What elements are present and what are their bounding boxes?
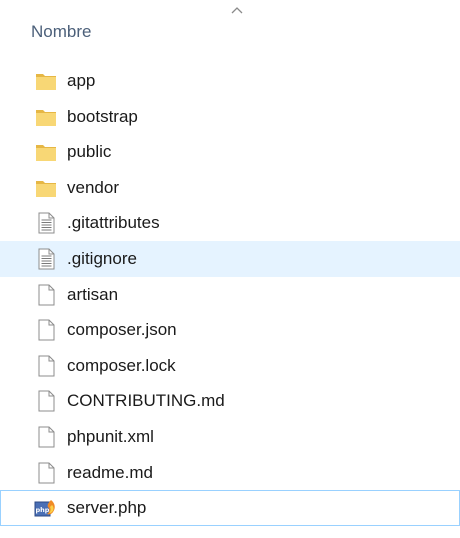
file-name: composer.lock — [67, 355, 176, 375]
file-name: vendor — [67, 177, 119, 197]
blank-file-icon — [34, 318, 58, 342]
file-explorer-pane: Nombre app bootstrap public vendor .gitattri… — [0, 0, 460, 538]
file-row[interactable]: php server.php — [0, 490, 460, 526]
php-file-icon: php — [34, 496, 58, 520]
file-row[interactable]: composer.lock — [0, 348, 460, 384]
file-name: server.php — [67, 498, 147, 518]
sort-ascending-icon — [231, 7, 243, 14]
file-row[interactable]: public — [0, 134, 460, 170]
file-list: app bootstrap public vendor .gitattributes .g… — [0, 63, 460, 526]
blank-file-icon — [34, 283, 58, 307]
file-name: .gitignore — [67, 248, 137, 268]
file-name: CONTRIBUTING.md — [67, 391, 225, 411]
file-name: readme.md — [67, 462, 153, 482]
text-file-icon — [34, 247, 58, 271]
file-name: bootstrap — [67, 106, 138, 126]
file-name: public — [67, 142, 112, 162]
file-row[interactable]: composer.json — [0, 312, 460, 348]
file-name: phpunit.xml — [67, 426, 154, 446]
folder-icon — [34, 105, 58, 129]
column-title-name[interactable]: Nombre — [31, 22, 91, 42]
file-row[interactable]: .gitignore — [0, 240, 460, 277]
blank-file-icon — [34, 354, 58, 378]
text-file-icon — [34, 211, 58, 235]
file-name: artisan — [67, 284, 119, 304]
file-name: composer.json — [67, 320, 177, 340]
folder-icon — [34, 176, 58, 200]
file-row[interactable]: .gitattributes — [0, 205, 460, 241]
file-name: app — [67, 71, 96, 90]
file-row[interactable]: vendor — [0, 170, 460, 206]
blank-file-icon — [34, 425, 58, 449]
svg-text:php: php — [36, 506, 50, 514]
file-row[interactable]: bootstrap — [0, 99, 460, 135]
folder-icon — [34, 69, 58, 93]
blank-file-icon — [34, 389, 58, 413]
file-row[interactable]: artisan — [0, 277, 460, 313]
column-header[interactable]: Nombre — [0, 0, 460, 48]
blank-file-icon — [34, 461, 58, 485]
file-row[interactable]: readme.md — [0, 455, 460, 491]
file-row[interactable]: phpunit.xml — [0, 419, 460, 455]
file-name: .gitattributes — [67, 213, 160, 233]
file-row[interactable]: CONTRIBUTING.md — [0, 383, 460, 419]
folder-icon — [34, 140, 58, 164]
file-row[interactable]: app — [0, 63, 460, 99]
